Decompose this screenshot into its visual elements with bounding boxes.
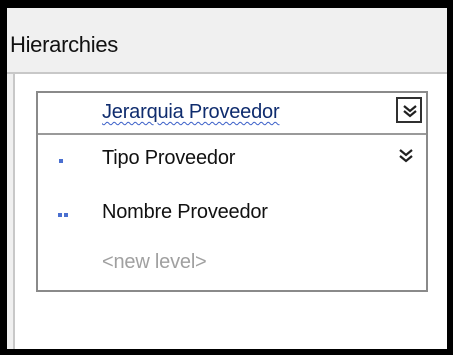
pane-title: Hierarchies [10,32,118,57]
hierarchy-header[interactable]: Jerarquia Proveedor [38,93,426,135]
hierarchy-name[interactable]: Jerarquia Proveedor [102,101,280,124]
new-level-placeholder[interactable]: <new level> [102,251,207,274]
collapse-button[interactable] [396,97,422,123]
double-attribute-level-icon [58,213,68,217]
hierarchy-card[interactable]: Jerarquia Proveedor Tipo Proveedor Nombr… [36,91,428,292]
hierarchy-level-row[interactable]: Nombre Proveedor [38,189,426,241]
double-chevron-down-icon[interactable] [398,147,414,165]
new-level-row[interactable]: <new level> [38,239,426,291]
double-chevron-up-icon [403,105,417,118]
hierarchies-pane: Hierarchies Jerarquia Proveedor Tipo Pro… [7,8,447,349]
hierarchy-level-row[interactable]: Tipo Proveedor [38,135,426,187]
pane-titlebar: Hierarchies [7,8,447,74]
level-label[interactable]: Tipo Proveedor [102,147,235,170]
single-attribute-level-icon [59,159,63,163]
pane-left-edge [7,74,15,349]
level-label[interactable]: Nombre Proveedor [102,201,268,224]
